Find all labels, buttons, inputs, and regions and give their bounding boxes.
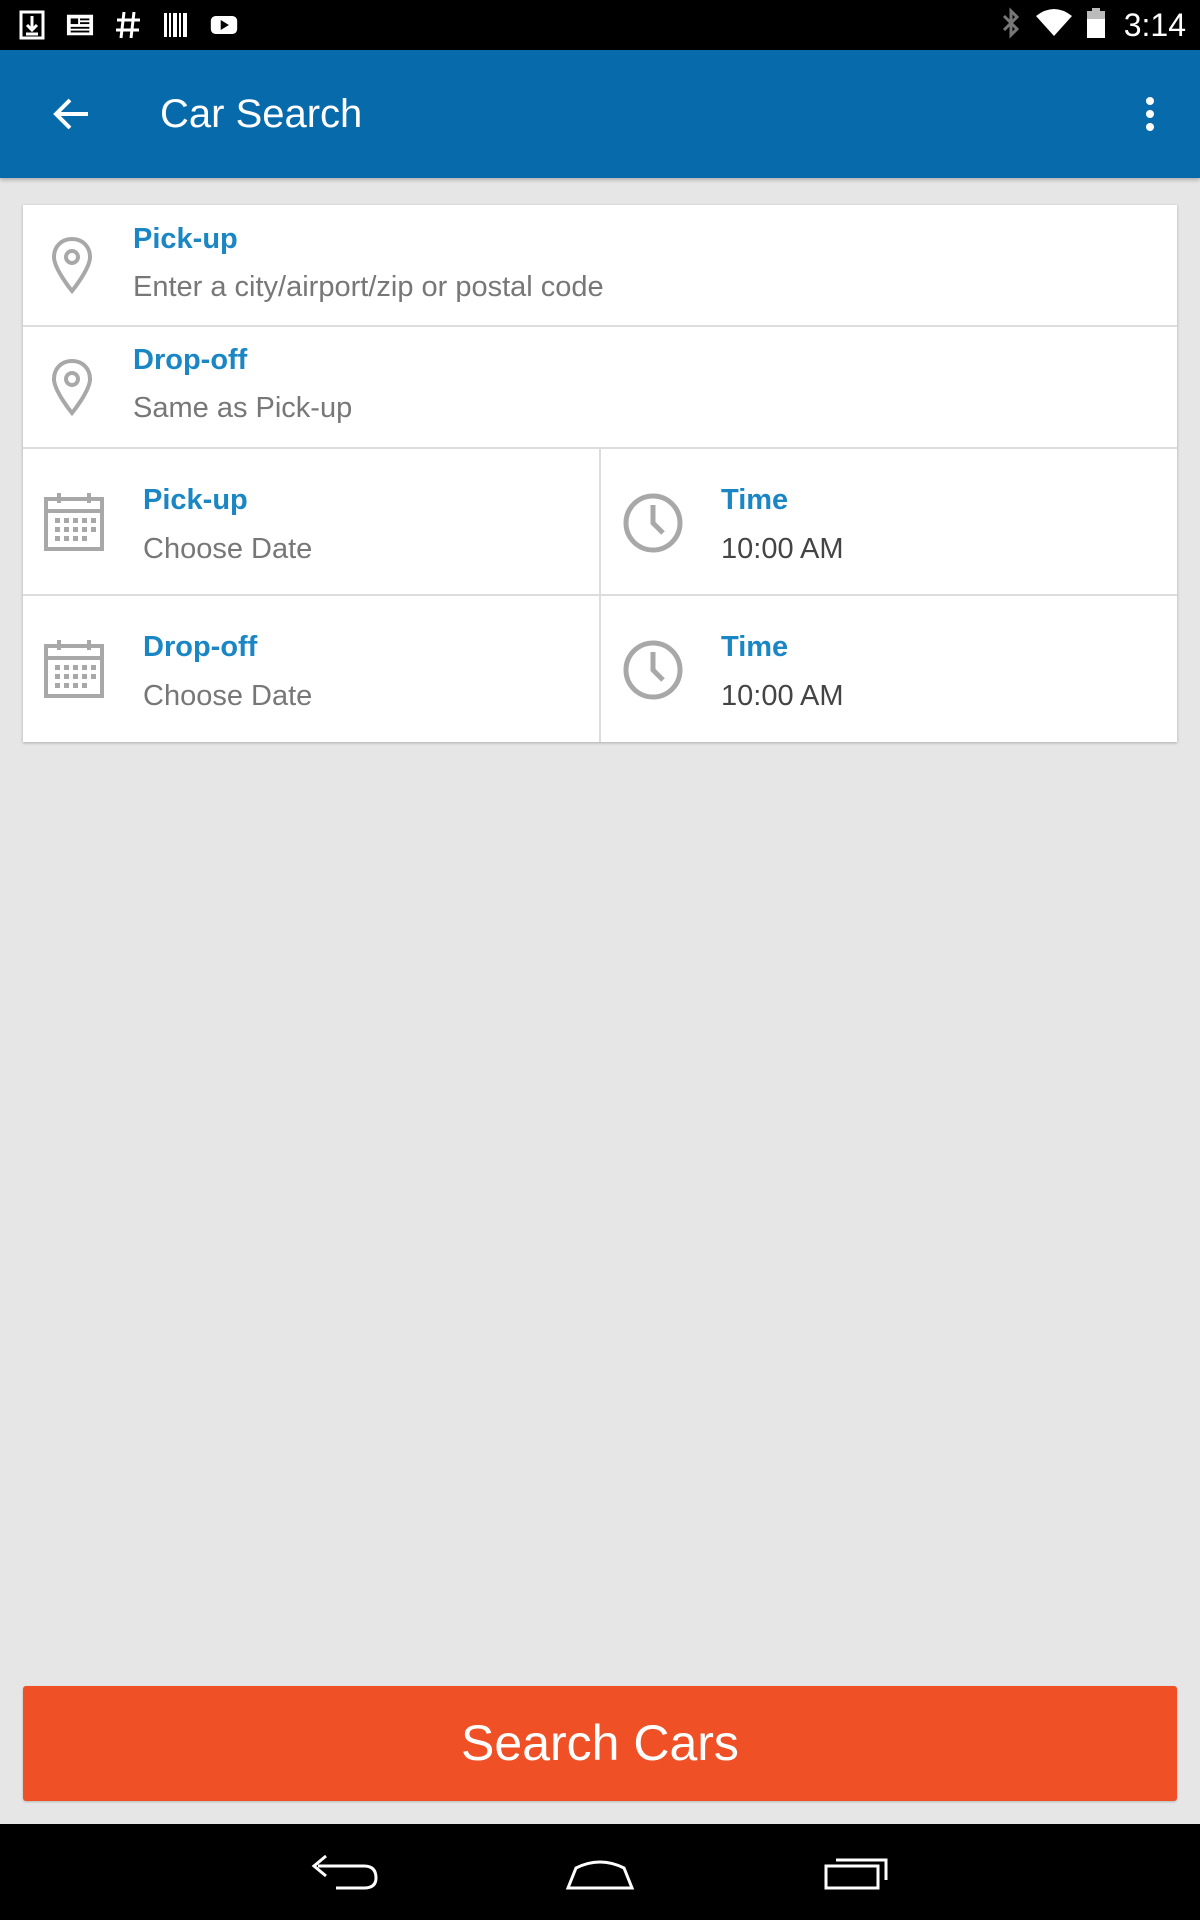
nav-home-button[interactable] [555,1842,645,1902]
more-vert-icon [1146,97,1154,131]
clock-icon [623,493,683,553]
dropoff-date-field[interactable]: Drop-off Choose Date [23,596,599,742]
clock-icon [623,640,683,700]
navigation-bar [0,1824,1200,1920]
notification-icons [18,0,238,50]
news-icon [66,11,94,39]
back-button[interactable] [40,84,104,144]
dropoff-date-value: Choose Date [143,680,313,712]
nav-home-icon [565,1860,635,1890]
location-pin-icon [51,358,93,417]
nav-recents-icon [824,1858,888,1890]
system-icons: 3:14 [1000,0,1186,50]
page-title: Car Search [160,92,363,136]
dropoff-date-label: Drop-off [143,631,258,663]
pickup-date-field[interactable]: Pick-up Choose Date [23,449,599,595]
search-cars-button[interactable]: Search Cars [23,1686,1177,1801]
pickup-location-placeholder: Enter a city/airport/zip or postal code [133,271,604,303]
pickup-location-field[interactable]: Pick-up Enter a city/airport/zip or post… [23,205,1177,325]
pickup-date-value: Choose Date [143,533,313,565]
download-icon [18,10,46,40]
battery-icon [1086,7,1106,44]
pickup-time-field[interactable]: Time 10:00 AM [601,449,1177,595]
calendar-icon [44,640,104,698]
pickup-time-label: Time [721,484,789,516]
dropoff-location-field[interactable]: Drop-off Same as Pick-up [23,327,1177,447]
dropoff-location-label: Drop-off [133,344,248,376]
dropoff-time-label: Time [721,631,789,663]
calendar-icon [44,493,104,551]
nav-back-icon [311,1854,378,1890]
dropoff-time-field[interactable]: Time 10:00 AM [601,596,1177,742]
nav-back-button[interactable] [298,1842,388,1902]
barcode-icon [162,11,190,39]
bluetooth-icon [1000,6,1022,44]
search-form-card: Pick-up Enter a city/airport/zip or post… [23,205,1177,742]
wifi-icon [1034,8,1074,43]
youtube-icon [210,11,238,39]
dropoff-time-value: 10:00 AM [721,680,844,712]
column-divider [599,447,601,742]
pickup-date-label: Pick-up [143,484,248,516]
pickup-location-label: Pick-up [133,223,238,255]
nav-recents-button[interactable] [812,1842,902,1902]
location-pin-icon [51,236,93,295]
dropoff-location-value: Same as Pick-up [133,392,353,424]
pickup-time-value: 10:00 AM [721,533,844,565]
hashtag-icon [114,11,142,39]
arrow-back-icon [53,98,88,130]
status-time: 3:14 [1123,6,1186,43]
overflow-menu-button[interactable] [1120,84,1180,144]
app-bar: Car Search [0,50,1200,178]
status-bar: 3:14 [0,0,1200,50]
